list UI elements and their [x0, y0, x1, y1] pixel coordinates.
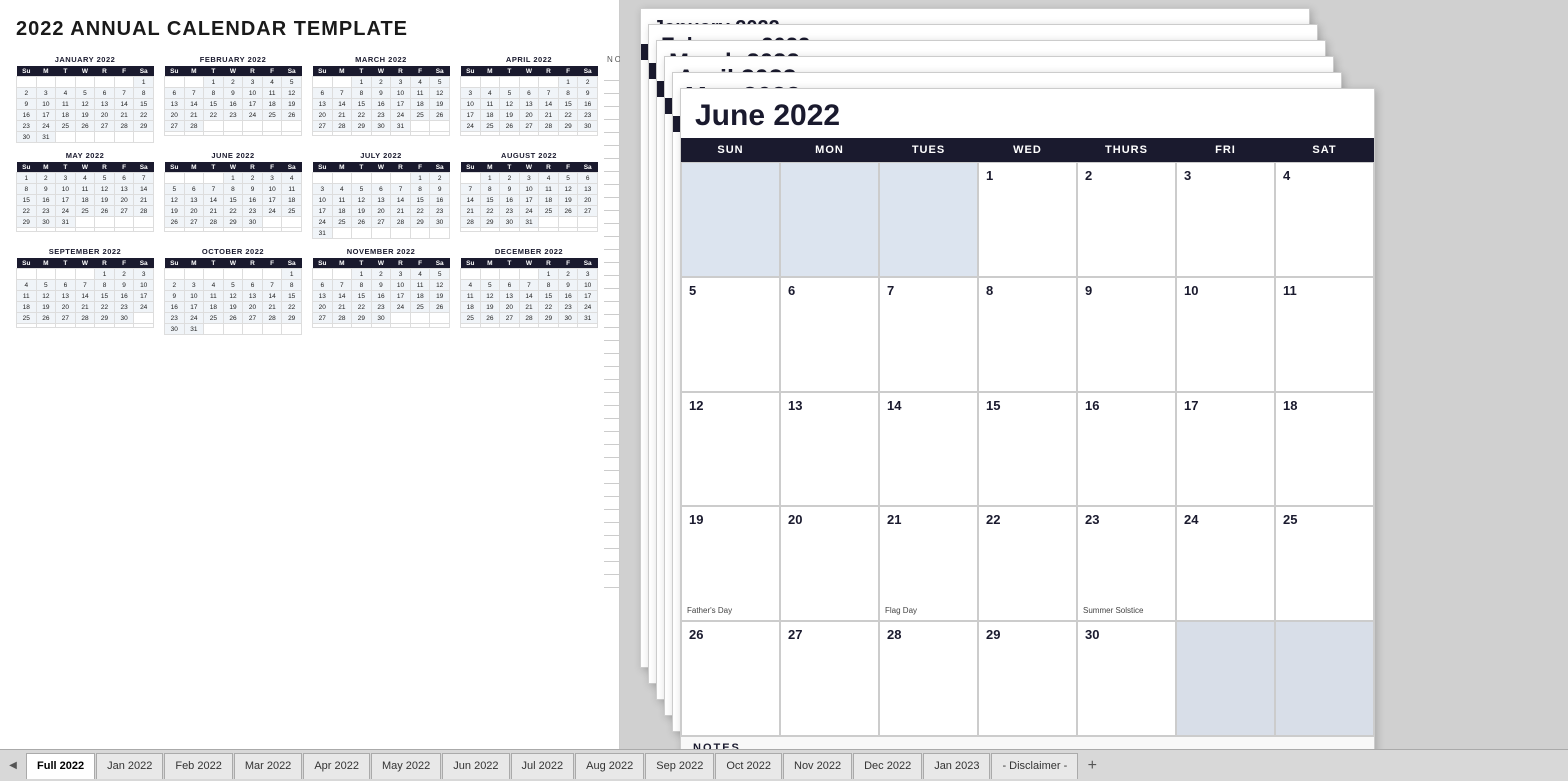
- tab---disclaimer--[interactable]: - Disclaimer -: [991, 753, 1078, 779]
- mini-month-5: MAY 2022SuMTWRFSa12345678910111213141516…: [16, 151, 154, 239]
- tab-nov-2022[interactable]: Nov 2022: [783, 753, 852, 779]
- tab-jan-2022[interactable]: Jan 2022: [96, 753, 163, 779]
- tab-mar-2022[interactable]: Mar 2022: [234, 753, 302, 779]
- june-day-cell: 15: [978, 392, 1077, 507]
- mini-month-10: OCTOBER 2022SuMTWRFSa1234567891011121314…: [164, 247, 302, 335]
- mini-month-8: AUGUST 2022SuMTWRFSa12345678910111213141…: [460, 151, 598, 239]
- tab-add[interactable]: +: [1081, 755, 1103, 777]
- june-day-cell: [681, 162, 780, 277]
- june-day-cell: 16: [1077, 392, 1176, 507]
- mini-month-1: JANUARY 2022SuMTWRFSa1234567891011121314…: [16, 55, 154, 143]
- june-day-cell: 4: [1275, 162, 1374, 277]
- june-day-cell: 3: [1176, 162, 1275, 277]
- mini-month-11: NOVEMBER 2022SuMTWRFSa123456789101112131…: [312, 247, 450, 335]
- june-day-cell: 7: [879, 277, 978, 392]
- mini-month-9: SEPTEMBER 2022SuMTWRFSa12345678910111213…: [16, 247, 154, 335]
- june-day-cell: 25: [1275, 506, 1374, 621]
- june-day-cell: 18: [1275, 392, 1374, 507]
- june-day-cell: 19Father's Day: [681, 506, 780, 621]
- stacked-months: January 2022SUNMONTUESWEDTHURSFRISATFebr…: [620, 0, 1568, 749]
- june-day-cell: 9: [1077, 277, 1176, 392]
- june-day-cell: 26: [681, 621, 780, 736]
- months-grid: JANUARY 2022SuMTWRFSa1234567891011121314…: [16, 55, 598, 335]
- tab-apr-2022[interactable]: Apr 2022: [303, 753, 370, 779]
- mini-month-2: FEBRUARY 2022SuMTWRFSa123456789101112131…: [164, 55, 302, 143]
- june-day-cell: 11: [1275, 277, 1374, 392]
- june-day-cell: 17: [1176, 392, 1275, 507]
- tab-feb-2022[interactable]: Feb 2022: [164, 753, 232, 779]
- june-day-cell: 1: [978, 162, 1077, 277]
- june-day-cell: [1275, 621, 1374, 736]
- june-day-cell: 22: [978, 506, 1077, 621]
- page-title: 2022 ANNUAL CALENDAR TEMPLATE: [16, 18, 603, 41]
- june-day-cell: 23Summer Solstice: [1077, 506, 1176, 621]
- june-day-cell: [879, 162, 978, 277]
- right-panel: January 2022SUNMONTUESWEDTHURSFRISATFebr…: [620, 0, 1568, 749]
- june-day-cell: 6: [780, 277, 879, 392]
- tab-sep-2022[interactable]: Sep 2022: [645, 753, 714, 779]
- june-day-cell: 20: [780, 506, 879, 621]
- june-day-cell: 28: [879, 621, 978, 736]
- left-panel: 2022 ANNUAL CALENDAR TEMPLATE JANUARY 20…: [0, 0, 620, 749]
- bottom-tabs: ◀ Full 2022Jan 2022Feb 2022Mar 2022Apr 2…: [0, 749, 1568, 781]
- tab-jul-2022[interactable]: Jul 2022: [511, 753, 575, 779]
- june-day-cell: 13: [780, 392, 879, 507]
- june-day-cell: 10: [1176, 277, 1275, 392]
- tab-scroll-left[interactable]: ◀: [4, 757, 22, 775]
- tab-may-2022[interactable]: May 2022: [371, 753, 441, 779]
- june-day-cell: 27: [780, 621, 879, 736]
- june-day-cell: 29: [978, 621, 1077, 736]
- june-day-cell: 8: [978, 277, 1077, 392]
- june-card: June 2022SUNMONTUESWEDTHURSFRISAT1234567…: [680, 88, 1375, 749]
- june-day-cell: 5: [681, 277, 780, 392]
- tab-jan-2023[interactable]: Jan 2023: [923, 753, 990, 779]
- june-day-cell: 12: [681, 392, 780, 507]
- june-day-cell: [1176, 621, 1275, 736]
- june-day-cell: 21Flag Day: [879, 506, 978, 621]
- tab-oct-2022[interactable]: Oct 2022: [715, 753, 782, 779]
- june-day-cell: 14: [879, 392, 978, 507]
- june-day-cell: 30: [1077, 621, 1176, 736]
- mini-month-7: JULY 2022SuMTWRFSa1234567891011121314151…: [312, 151, 450, 239]
- mini-month-3: MARCH 2022SuMTWRFSa123456789101112131415…: [312, 55, 450, 143]
- mini-month-12: DECEMBER 2022SuMTWRFSa123456789101112131…: [460, 247, 598, 335]
- june-day-cell: 2: [1077, 162, 1176, 277]
- mini-month-6: JUNE 2022SuMTWRFSa1234567891011121314151…: [164, 151, 302, 239]
- tab-dec-2022[interactable]: Dec 2022: [853, 753, 922, 779]
- tab-full-2022[interactable]: Full 2022: [26, 753, 95, 779]
- mini-month-4: APRIL 2022SuMTWRFSa123456789101112131415…: [460, 55, 598, 143]
- june-day-cell: [780, 162, 879, 277]
- tab-aug-2022[interactable]: Aug 2022: [575, 753, 644, 779]
- tab-jun-2022[interactable]: Jun 2022: [442, 753, 509, 779]
- june-day-cell: 24: [1176, 506, 1275, 621]
